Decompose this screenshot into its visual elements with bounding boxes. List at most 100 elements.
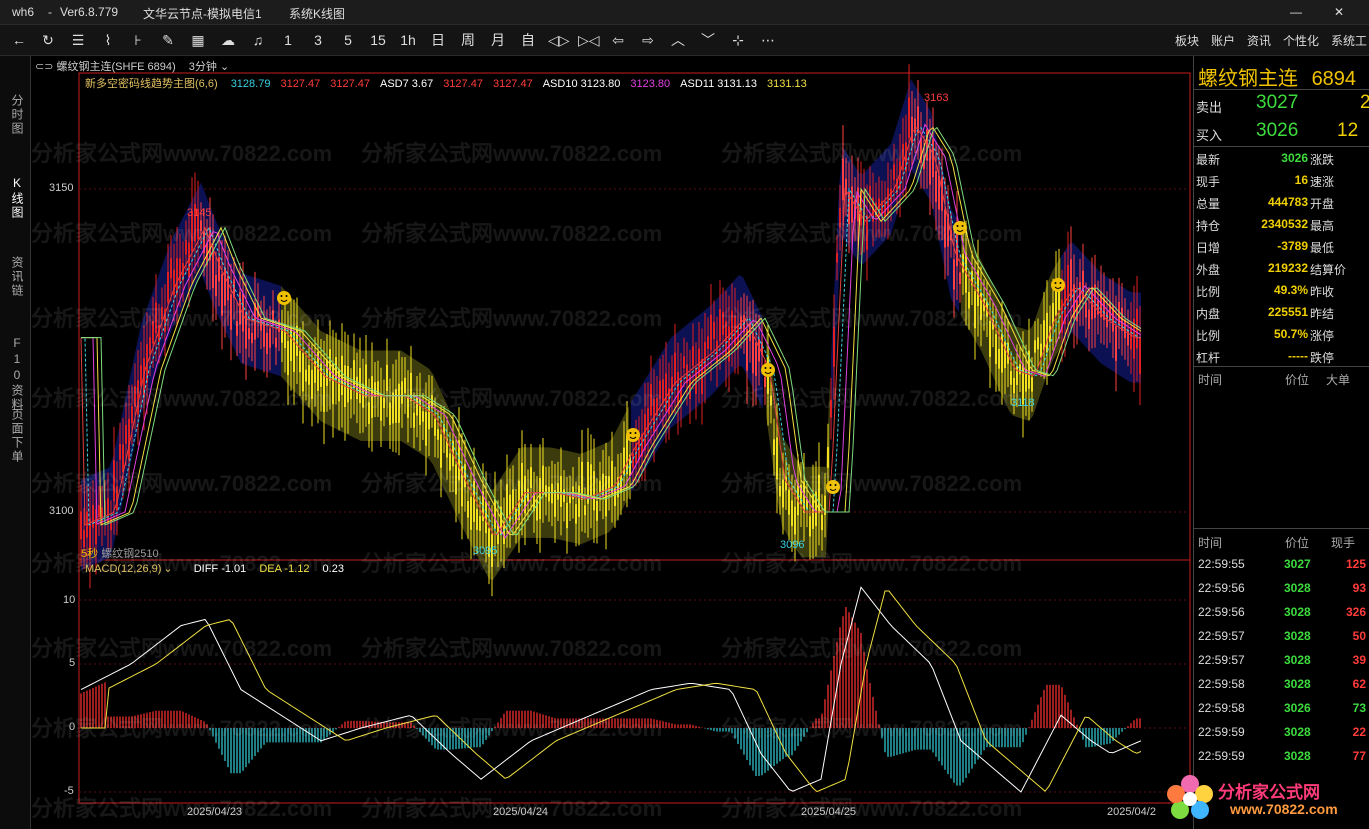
tick-time: 22:59:57 <box>1198 653 1245 667</box>
stat-label: 比例 <box>1196 285 1221 299</box>
bell-icon[interactable]: ♫ <box>248 30 268 50</box>
candle <box>125 424 127 444</box>
more-icon[interactable]: ⋯ <box>758 30 778 50</box>
title-bar: wh6 - Ver6.8.779 文华云节点-模拟电信1 系统K线图 — ✕ <box>0 0 1369 25</box>
candle <box>80 511 82 540</box>
period-3[interactable]: 3 <box>308 30 328 50</box>
macd-diff: DIFF -1.01 <box>193 563 247 575</box>
contract-name: 螺纹钢主连(SHFE 6894) <box>56 61 176 73</box>
back-icon[interactable]: ← <box>9 30 29 50</box>
period-1[interactable]: 1 <box>278 30 298 50</box>
refresh-icon[interactable]: ↻ <box>38 30 58 50</box>
menu-system[interactable]: 系统工 <box>1331 32 1367 49</box>
period-custom[interactable]: 自 <box>518 30 538 50</box>
candle <box>434 418 436 436</box>
draw-icon[interactable]: ✎ <box>158 30 178 50</box>
candle <box>476 508 478 530</box>
kline-chart[interactable]: ⊂⊃ 螺纹钢主连(SHFE 6894) 3分钟 ⌄ 新多空密码线趋势主图(6,6… <box>31 56 1191 829</box>
candle <box>1085 302 1087 318</box>
zoom-out-icon[interactable]: ▷◁ <box>578 30 600 50</box>
signal-smiley-icon <box>626 428 640 442</box>
chevron-down-icon[interactable]: ⌄ <box>163 563 172 575</box>
list-icon[interactable]: ☰ <box>68 30 88 50</box>
left-icon[interactable]: ⇦ <box>608 30 628 50</box>
crosshair-icon[interactable]: ⊹ <box>728 30 748 50</box>
stat-row: 最新 3026 涨跌 <box>1194 148 1369 170</box>
period-day[interactable]: 日 <box>428 30 448 50</box>
candle <box>935 171 937 203</box>
watermark: 分析家公式网www.70822.com <box>361 636 663 661</box>
candle <box>836 252 838 263</box>
zoom-in-icon[interactable]: ◁▷ <box>548 30 570 50</box>
tick-time: 22:59:59 <box>1198 725 1245 739</box>
stat-right-label: 速涨 <box>1310 175 1335 189</box>
candle <box>1046 312 1048 353</box>
tab-news-chain[interactable]: 资讯链 <box>4 256 26 298</box>
period-select[interactable]: 3分钟 <box>189 61 217 73</box>
candle <box>908 97 910 138</box>
candle <box>1088 309 1090 329</box>
tab-timeshare[interactable]: 分时图 <box>4 94 26 136</box>
minimize-icon[interactable]: — <box>1290 5 1302 19</box>
candle <box>671 376 673 394</box>
tab-f10[interactable]: F10资料 <box>4 336 26 412</box>
candle <box>425 412 427 446</box>
menu-account[interactable]: 账户 <box>1211 32 1235 49</box>
legend-value: 3127.47 <box>330 78 370 90</box>
candle <box>1130 326 1132 350</box>
cloud-icon[interactable]: ☁ <box>218 30 238 50</box>
chevron-down-icon[interactable]: ⌄ <box>220 61 229 73</box>
close-icon[interactable]: ✕ <box>1334 5 1344 19</box>
down-icon[interactable]: ﹀ <box>698 30 718 50</box>
watermark: 分析家公式网www.70822.com <box>721 141 1023 166</box>
candle <box>167 271 169 303</box>
candle <box>215 274 217 297</box>
macd-name[interactable]: MACD(12,26,9) <box>85 563 161 575</box>
candle <box>773 439 775 455</box>
line-chart-icon[interactable]: ⌇ <box>98 30 118 50</box>
right-icon[interactable]: ⇨ <box>638 30 658 50</box>
period-week[interactable]: 周 <box>458 30 478 50</box>
menu-sector[interactable]: 板块 <box>1175 32 1199 49</box>
stat-right-label: 跌停 <box>1310 351 1335 365</box>
candle <box>176 258 178 296</box>
candle-icon[interactable]: ⊦ <box>128 30 148 50</box>
grid-icon[interactable]: ▦ <box>188 30 208 50</box>
candle <box>179 258 181 283</box>
period-15[interactable]: 15 <box>368 30 388 50</box>
macd-y-5: 5 <box>69 657 76 669</box>
quote-name: 螺纹钢主连 <box>1198 68 1298 90</box>
tick-head: 时间 价位 现手 <box>1194 534 1369 554</box>
menu-personalize[interactable]: 个性化 <box>1283 32 1319 49</box>
candle <box>536 499 538 521</box>
stat-label: 日增 <box>1196 241 1221 255</box>
candle <box>266 332 268 355</box>
tick-price: 3028 <box>1284 725 1311 739</box>
tab-kline[interactable]: K线图 <box>4 176 26 220</box>
sell-price: 3027 <box>1256 92 1299 113</box>
candle <box>293 332 295 372</box>
stat-right-label: 结算价 <box>1310 263 1347 277</box>
up-icon[interactable]: ︿ <box>668 30 688 50</box>
period-1h[interactable]: 1h <box>398 30 418 50</box>
indicator-name[interactable]: 新多空密码线趋势主图(6,6) <box>85 78 218 90</box>
candle <box>575 504 577 524</box>
date-label: 2025/04/23 <box>187 806 243 818</box>
signal-smiley-icon <box>1051 278 1065 292</box>
link-icon[interactable]: ⊂⊃ <box>35 61 57 73</box>
period-month[interactable]: 月 <box>488 30 508 50</box>
macd-y-10: 10 <box>63 594 76 606</box>
candle <box>1043 320 1045 351</box>
candle <box>479 516 481 531</box>
watermark: 分析家公式网www.70822.com <box>721 471 1023 496</box>
sub-contract-label: 5秒 螺纹钢2510 <box>81 545 159 561</box>
tick-row: 22:59:55 3027 125 <box>1194 553 1369 577</box>
candle <box>1037 337 1039 350</box>
stat-row: 总量 444783 开盘 <box>1194 192 1369 214</box>
tab-order[interactable]: 页面下单 <box>4 408 26 464</box>
buy-label: 买入 <box>1196 128 1223 143</box>
candle <box>509 494 511 522</box>
candle <box>995 334 997 364</box>
period-5[interactable]: 5 <box>338 30 358 50</box>
menu-news[interactable]: 资讯 <box>1247 32 1271 49</box>
